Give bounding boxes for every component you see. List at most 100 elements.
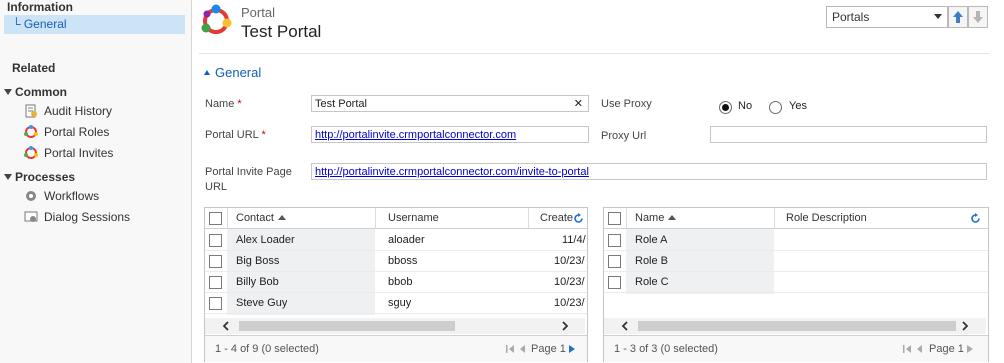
invite-url-label-line2: URL — [205, 181, 228, 193]
page-indicator: Page 1 — [531, 343, 566, 355]
horizontal-scrollbar[interactable] — [604, 318, 986, 334]
row-checkbox[interactable] — [209, 255, 222, 268]
nav-item-dialog-sessions[interactable]: Dialog Sessions — [24, 209, 130, 225]
table-row[interactable]: Steve Guy sguy 10/23/ — [205, 292, 587, 314]
left-navigation: Information └ General Related Common Aud… — [0, 0, 192, 363]
collapse-arrow-icon — [4, 89, 12, 95]
arrow-up-icon — [953, 11, 963, 23]
refresh-icon[interactable] — [573, 213, 584, 224]
created-cell: 11/4/ — [562, 234, 586, 246]
row-checkbox[interactable] — [209, 297, 222, 310]
previous-record-button[interactable] — [948, 6, 968, 28]
sort-ascending-icon — [668, 215, 677, 220]
name-field-value: Test Portal — [315, 98, 367, 110]
column-header-contact[interactable]: Contact — [236, 212, 286, 224]
grid-header: Contact Username Create — [205, 208, 587, 229]
next-page-icon[interactable] — [568, 344, 576, 354]
refresh-icon[interactable] — [970, 213, 981, 224]
contact-cell[interactable]: Big Boss — [236, 255, 279, 267]
entity-selector-value: Portals — [832, 10, 870, 24]
proxy-no-label: No — [738, 100, 753, 112]
next-record-button[interactable] — [968, 6, 988, 28]
entity-type: Portal — [241, 5, 275, 20]
row-checkbox[interactable] — [608, 255, 621, 268]
required-marker: * — [261, 129, 266, 141]
column-header-name[interactable]: Name — [635, 212, 677, 224]
nav-item-portal-roles[interactable]: Portal Roles — [24, 124, 109, 140]
proxy-url-field[interactable] — [710, 126, 987, 143]
nav-item-audit-history[interactable]: Audit History — [24, 103, 112, 119]
common-group-toggle[interactable]: Common — [4, 85, 67, 99]
row-checkbox[interactable] — [608, 276, 621, 289]
scroll-left-icon[interactable] — [620, 321, 630, 331]
role-name-cell[interactable]: Role A — [635, 234, 667, 246]
name-field[interactable]: Test Portal ✕ — [311, 95, 589, 112]
dialog-sessions-icon — [24, 211, 38, 222]
column-header-username[interactable]: Username — [388, 212, 439, 224]
column-header-created[interactable]: Create — [540, 212, 573, 224]
contact-cell[interactable]: Steve Guy — [236, 297, 287, 309]
chevron-down-icon — [934, 14, 942, 19]
username-cell: aloader — [388, 234, 425, 246]
use-proxy-label: Use Proxy — [601, 98, 652, 110]
scroll-right-icon[interactable] — [960, 321, 970, 331]
contact-cell[interactable]: Billy Bob — [236, 276, 279, 288]
collapse-arrow-icon — [4, 174, 12, 180]
portal-url-field[interactable]: http://portalinvite.crmportalconnector.c… — [311, 126, 589, 143]
select-all-checkbox[interactable] — [608, 212, 621, 225]
table-row[interactable]: Role B — [604, 250, 988, 272]
table-row[interactable]: Role C — [604, 271, 988, 293]
section-general-toggle[interactable]: General — [204, 65, 261, 80]
horizontal-scrollbar[interactable] — [205, 318, 585, 334]
audit-history-icon — [25, 104, 37, 118]
first-page-icon[interactable] — [505, 344, 531, 354]
clear-icon[interactable]: ✕ — [574, 96, 583, 113]
grid-footer: 1 - 3 of 3 (0 selected) Page 1 — [604, 335, 988, 362]
scrollbar-thumb[interactable] — [638, 321, 956, 331]
processes-group-toggle[interactable]: Processes — [4, 170, 75, 184]
role-name-cell[interactable]: Role B — [635, 255, 668, 267]
row-checkbox[interactable] — [209, 234, 222, 247]
nav-item-general[interactable]: └ General — [4, 15, 185, 34]
proxy-yes-radio[interactable] — [769, 101, 782, 114]
collapse-arrow-icon — [204, 70, 210, 75]
first-page-icon[interactable] — [902, 344, 928, 354]
table-row[interactable]: Billy Bob bbob 10/23/ — [205, 271, 587, 293]
contact-cell[interactable]: Alex Loader — [236, 234, 295, 246]
table-row[interactable]: Role A — [604, 229, 988, 251]
row-checkbox[interactable] — [209, 276, 222, 289]
invite-url-field[interactable]: http://portalinvite.crmportalconnector.c… — [311, 163, 987, 180]
workflows-icon — [26, 191, 36, 201]
created-cell: 10/23/ — [554, 276, 585, 288]
nav-item-portal-invites[interactable]: Portal Invites — [24, 145, 113, 161]
page-title: Test Portal — [241, 22, 322, 41]
invite-url-label-line1: Portal Invite Page — [205, 166, 292, 178]
scrollbar-thumb[interactable] — [239, 321, 455, 331]
column-divider — [528, 208, 529, 228]
nav-item-label: Audit History — [44, 104, 113, 118]
role-name-cell[interactable]: Role C — [635, 276, 669, 288]
column-header-role-description[interactable]: Role Description — [786, 212, 867, 224]
information-header: Information — [7, 0, 73, 14]
invite-url-link[interactable]: http://portalinvite.crmportalconnector.c… — [315, 166, 589, 178]
scroll-left-icon[interactable] — [221, 321, 231, 331]
row-checkbox[interactable] — [608, 234, 621, 247]
required-marker: * — [237, 98, 242, 110]
portal-url-link[interactable]: http://portalinvite.crmportalconnector.c… — [315, 129, 516, 141]
username-cell: bbob — [388, 276, 413, 288]
proxy-no-radio[interactable] — [719, 101, 732, 114]
arrow-down-icon — [973, 11, 983, 23]
scroll-right-icon[interactable] — [560, 321, 570, 331]
column-divider — [375, 208, 376, 228]
table-row[interactable]: Big Boss bboss 10/23/ — [205, 250, 587, 272]
column-divider — [227, 208, 228, 228]
created-cell: 10/23/ — [554, 297, 585, 309]
portal-roles-icon — [24, 125, 38, 138]
entity-selector-dropdown[interactable]: Portals — [826, 6, 948, 28]
select-all-checkbox[interactable] — [209, 212, 222, 225]
next-page-icon[interactable] — [966, 344, 974, 354]
nav-item-workflows[interactable]: Workflows — [24, 188, 99, 204]
grid-footer: 1 - 4 of 9 (0 selected) Page 1 — [205, 335, 587, 362]
nav-item-label: Portal Roles — [44, 125, 110, 139]
table-row[interactable]: Alex Loader aloader 11/4/ — [205, 229, 587, 251]
